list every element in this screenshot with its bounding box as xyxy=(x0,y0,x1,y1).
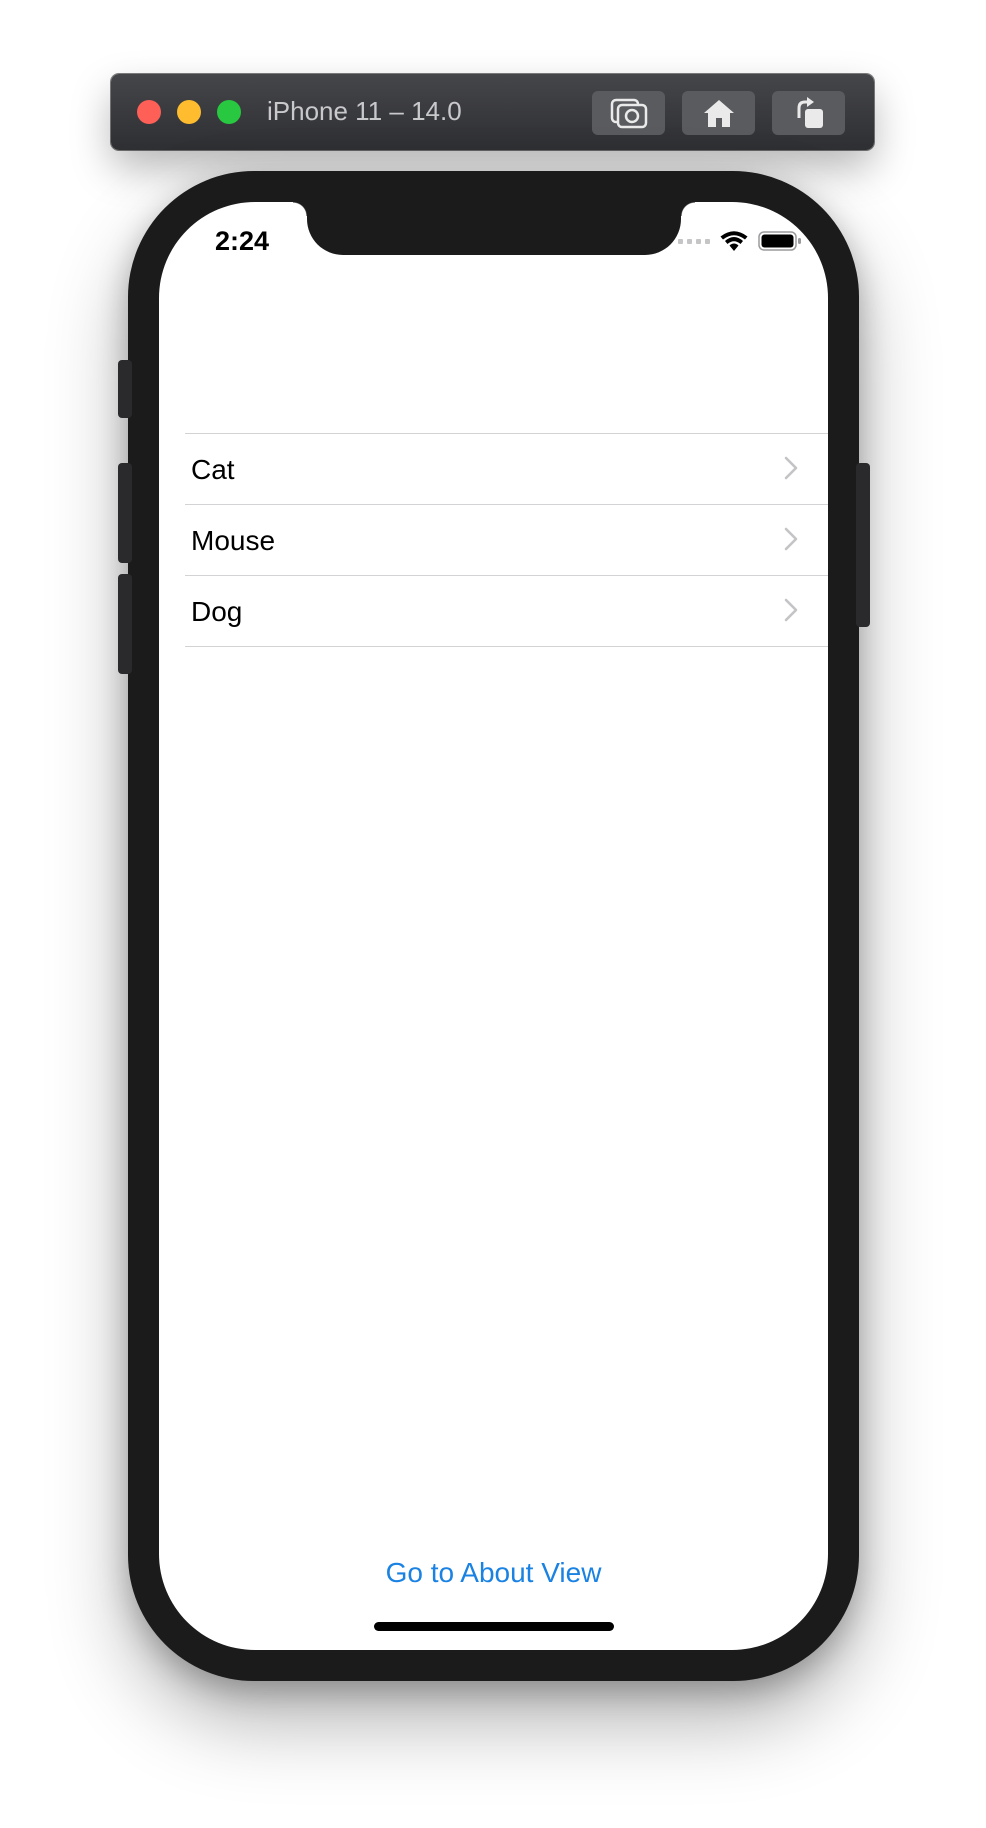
minimize-window-button[interactable] xyxy=(177,100,201,124)
zoom-window-button[interactable] xyxy=(217,100,241,124)
chevron-right-icon xyxy=(784,456,798,480)
simulator-titlebar: iPhone 11 – 14.0 xyxy=(111,74,874,150)
list-item[interactable]: Dog xyxy=(185,576,828,647)
home-button[interactable] xyxy=(682,91,755,135)
notch xyxy=(293,202,695,255)
screenshot-button[interactable] xyxy=(592,91,665,135)
chevron-right-icon xyxy=(784,598,798,622)
list-item-label: Mouse xyxy=(191,525,276,556)
wifi-icon xyxy=(720,231,748,251)
home-indicator[interactable] xyxy=(374,1622,614,1631)
list-item[interactable]: Mouse xyxy=(185,505,828,576)
status-time: 2:24 xyxy=(215,226,270,256)
window-title: iPhone 11 – 14.0 xyxy=(267,96,462,126)
battery-icon xyxy=(758,231,801,251)
rotate-icon xyxy=(797,97,823,128)
status-icons xyxy=(678,230,802,252)
list-item[interactable]: Cat xyxy=(185,434,828,505)
list-item-label: Dog xyxy=(191,596,243,627)
home-icon xyxy=(703,100,734,127)
mute-switch xyxy=(118,360,132,418)
power-button xyxy=(856,463,870,627)
chevron-right-icon xyxy=(784,527,798,551)
volume-down-button xyxy=(118,574,132,674)
rotate-button[interactable] xyxy=(772,91,845,135)
close-window-button[interactable] xyxy=(137,100,161,124)
screenshot-icon xyxy=(610,98,647,129)
volume-up-button xyxy=(118,463,132,563)
go-to-about-view-link[interactable]: Go to About View xyxy=(159,1557,828,1589)
device-screen: 2:24 Cat Mouse Dog Go to About View xyxy=(159,202,828,1650)
list-item-label: Cat xyxy=(191,454,235,485)
animal-list: Cat Mouse Dog xyxy=(185,433,828,647)
cellular-signal-icon xyxy=(678,238,710,244)
